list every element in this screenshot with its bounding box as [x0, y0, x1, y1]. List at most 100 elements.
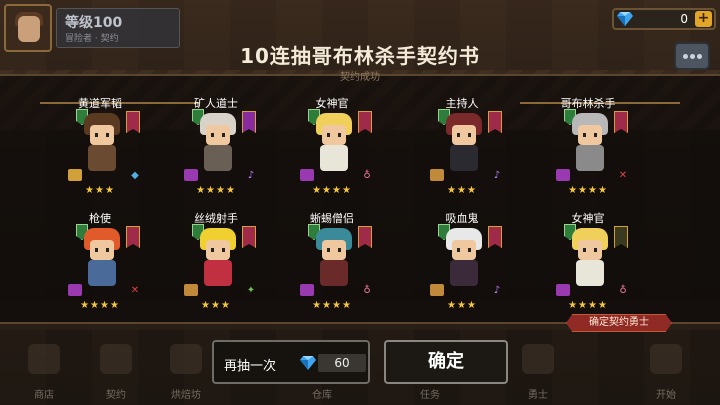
- add-gems-button[interactable]: +: [695, 11, 712, 27]
- hero-name: 哥布林杀手: [560, 97, 616, 110]
- hero-eye: [106, 248, 109, 252]
- hero-face: [206, 125, 230, 145]
- skill-icon: ♁: [363, 170, 371, 181]
- hero-stars: ★★★★: [312, 185, 352, 196]
- skill-icon: ✕: [130, 285, 140, 296]
- nav-item-shop[interactable]: 商店: [14, 336, 74, 402]
- hero-card[interactable]: 黄道军韬 ◆ ★★★: [50, 95, 150, 205]
- skill-icon: ♁: [363, 285, 371, 296]
- hero-card[interactable]: 丝绒射手 ✦ ★★★: [166, 210, 266, 320]
- hero-name: 女神官: [315, 97, 349, 110]
- gem-count: 0: [680, 12, 688, 26]
- hero-stars: ★★★★: [312, 300, 352, 311]
- weapon-icon: [184, 169, 198, 181]
- weapon-icon: [68, 284, 82, 296]
- draw-again-button[interactable]: 再抽一次 60: [212, 340, 370, 384]
- hero-eye: [468, 133, 471, 137]
- hero-eye: [95, 248, 98, 252]
- hero-card[interactable]: 女神官 ♁ ★★★★: [538, 210, 638, 320]
- hero-name: 女神官: [571, 212, 605, 225]
- nav-item-heroes[interactable]: 勇士: [508, 336, 568, 402]
- skill-icon: ◆: [131, 170, 139, 181]
- hero-eye: [327, 248, 330, 252]
- player-level: 等级100: [65, 15, 123, 31]
- helmet-icon: [522, 344, 554, 374]
- hero-body: [88, 260, 116, 286]
- hero-face: [90, 125, 114, 145]
- modal-title: 10连抽哥布林杀手契约书: [240, 44, 480, 68]
- hero-stars: ★★★★: [196, 185, 236, 196]
- hero-card[interactable]: 主持人 ♪ ★★★: [412, 95, 512, 205]
- hero-name: 枪使: [89, 212, 111, 225]
- hero-face: [90, 240, 114, 260]
- skill-icon: ✦: [246, 285, 256, 296]
- hero-eye: [457, 133, 460, 137]
- hero-eye: [594, 133, 597, 137]
- hero-sprite: [312, 113, 356, 175]
- nav-label: 任务: [420, 390, 440, 401]
- class-banner-icon: [126, 111, 140, 133]
- hero-sprite: [312, 228, 356, 290]
- draw-again-label: 再抽一次: [224, 359, 277, 374]
- skill-icon: ✕: [618, 170, 628, 181]
- shop-icon: [28, 344, 60, 374]
- hero-name: 矿人道士: [194, 97, 238, 110]
- class-banner-icon: [126, 226, 140, 248]
- draw-again-cost: 60: [318, 354, 366, 372]
- nav-item-bakery[interactable]: 烘焙坊: [156, 336, 216, 402]
- hero-stars: ★★★: [85, 185, 115, 196]
- hero-sprite: [196, 228, 240, 290]
- hero-card[interactable]: 哥布林杀手 ✕ ★★★★: [538, 95, 638, 205]
- hero-eye: [468, 248, 471, 252]
- weapon-icon: [184, 284, 198, 296]
- confirm-button[interactable]: 确定: [384, 340, 508, 384]
- hero-body: [320, 145, 348, 171]
- weapon-icon: [556, 169, 570, 181]
- weapon-icon: [300, 284, 314, 296]
- nav-item-contract[interactable]: 契约: [86, 336, 146, 402]
- confirm-hero-tag[interactable]: 确定契约勇士: [566, 314, 672, 332]
- hero-eye: [106, 133, 109, 137]
- hero-sprite: [196, 113, 240, 175]
- hero-body: [204, 145, 232, 171]
- hero-sprite: [442, 228, 486, 290]
- hero-card[interactable]: 蜥蜴僧侣 ♁ ★★★★: [282, 210, 382, 320]
- hero-eye: [327, 133, 330, 137]
- hero-card[interactable]: 女神官 ♁ ★★★★: [282, 95, 382, 205]
- skill-icon: ♪: [247, 170, 255, 181]
- nav-label: 契约: [106, 390, 126, 401]
- weapon-icon: [430, 169, 444, 181]
- hero-sprite: [568, 228, 612, 290]
- hero-stars: ★★★★: [80, 300, 120, 311]
- hero-eye: [222, 133, 225, 137]
- weapon-icon: [430, 284, 444, 296]
- hero-face: [578, 125, 602, 145]
- hero-stars: ★★★★: [568, 185, 608, 196]
- hero-eye: [583, 133, 586, 137]
- hero-body: [88, 145, 116, 171]
- hero-eye: [211, 133, 214, 137]
- gem-icon: [300, 356, 316, 370]
- class-banner-icon: [614, 226, 628, 248]
- weapon-icon: [556, 284, 570, 296]
- nav-item-start[interactable]: 开始: [636, 336, 696, 402]
- hero-sprite: [568, 113, 612, 175]
- hero-card[interactable]: 矿人道士 ♪ ★★★★: [166, 95, 266, 205]
- nav-label: 开始: [656, 390, 676, 401]
- hero-body: [576, 260, 604, 286]
- hero-card[interactable]: 枪使 ✕ ★★★★: [50, 210, 150, 320]
- hero-body: [450, 145, 478, 171]
- hero-stars: ★★★: [447, 185, 477, 196]
- hero-face: [322, 240, 346, 260]
- weapon-icon: [300, 169, 314, 181]
- skill-icon: ♪: [493, 170, 501, 181]
- hero-name: 吸血鬼: [445, 212, 479, 225]
- hero-name: 黄道军韬: [78, 97, 122, 110]
- hero-body: [576, 145, 604, 171]
- weapon-icon: [68, 169, 82, 181]
- class-banner-icon: [488, 226, 502, 248]
- nav-label: 仓库: [312, 390, 332, 401]
- nav-label: 商店: [34, 390, 54, 401]
- hero-card[interactable]: 吸血鬼 ♪ ★★★: [412, 210, 512, 320]
- hero-face: [578, 240, 602, 260]
